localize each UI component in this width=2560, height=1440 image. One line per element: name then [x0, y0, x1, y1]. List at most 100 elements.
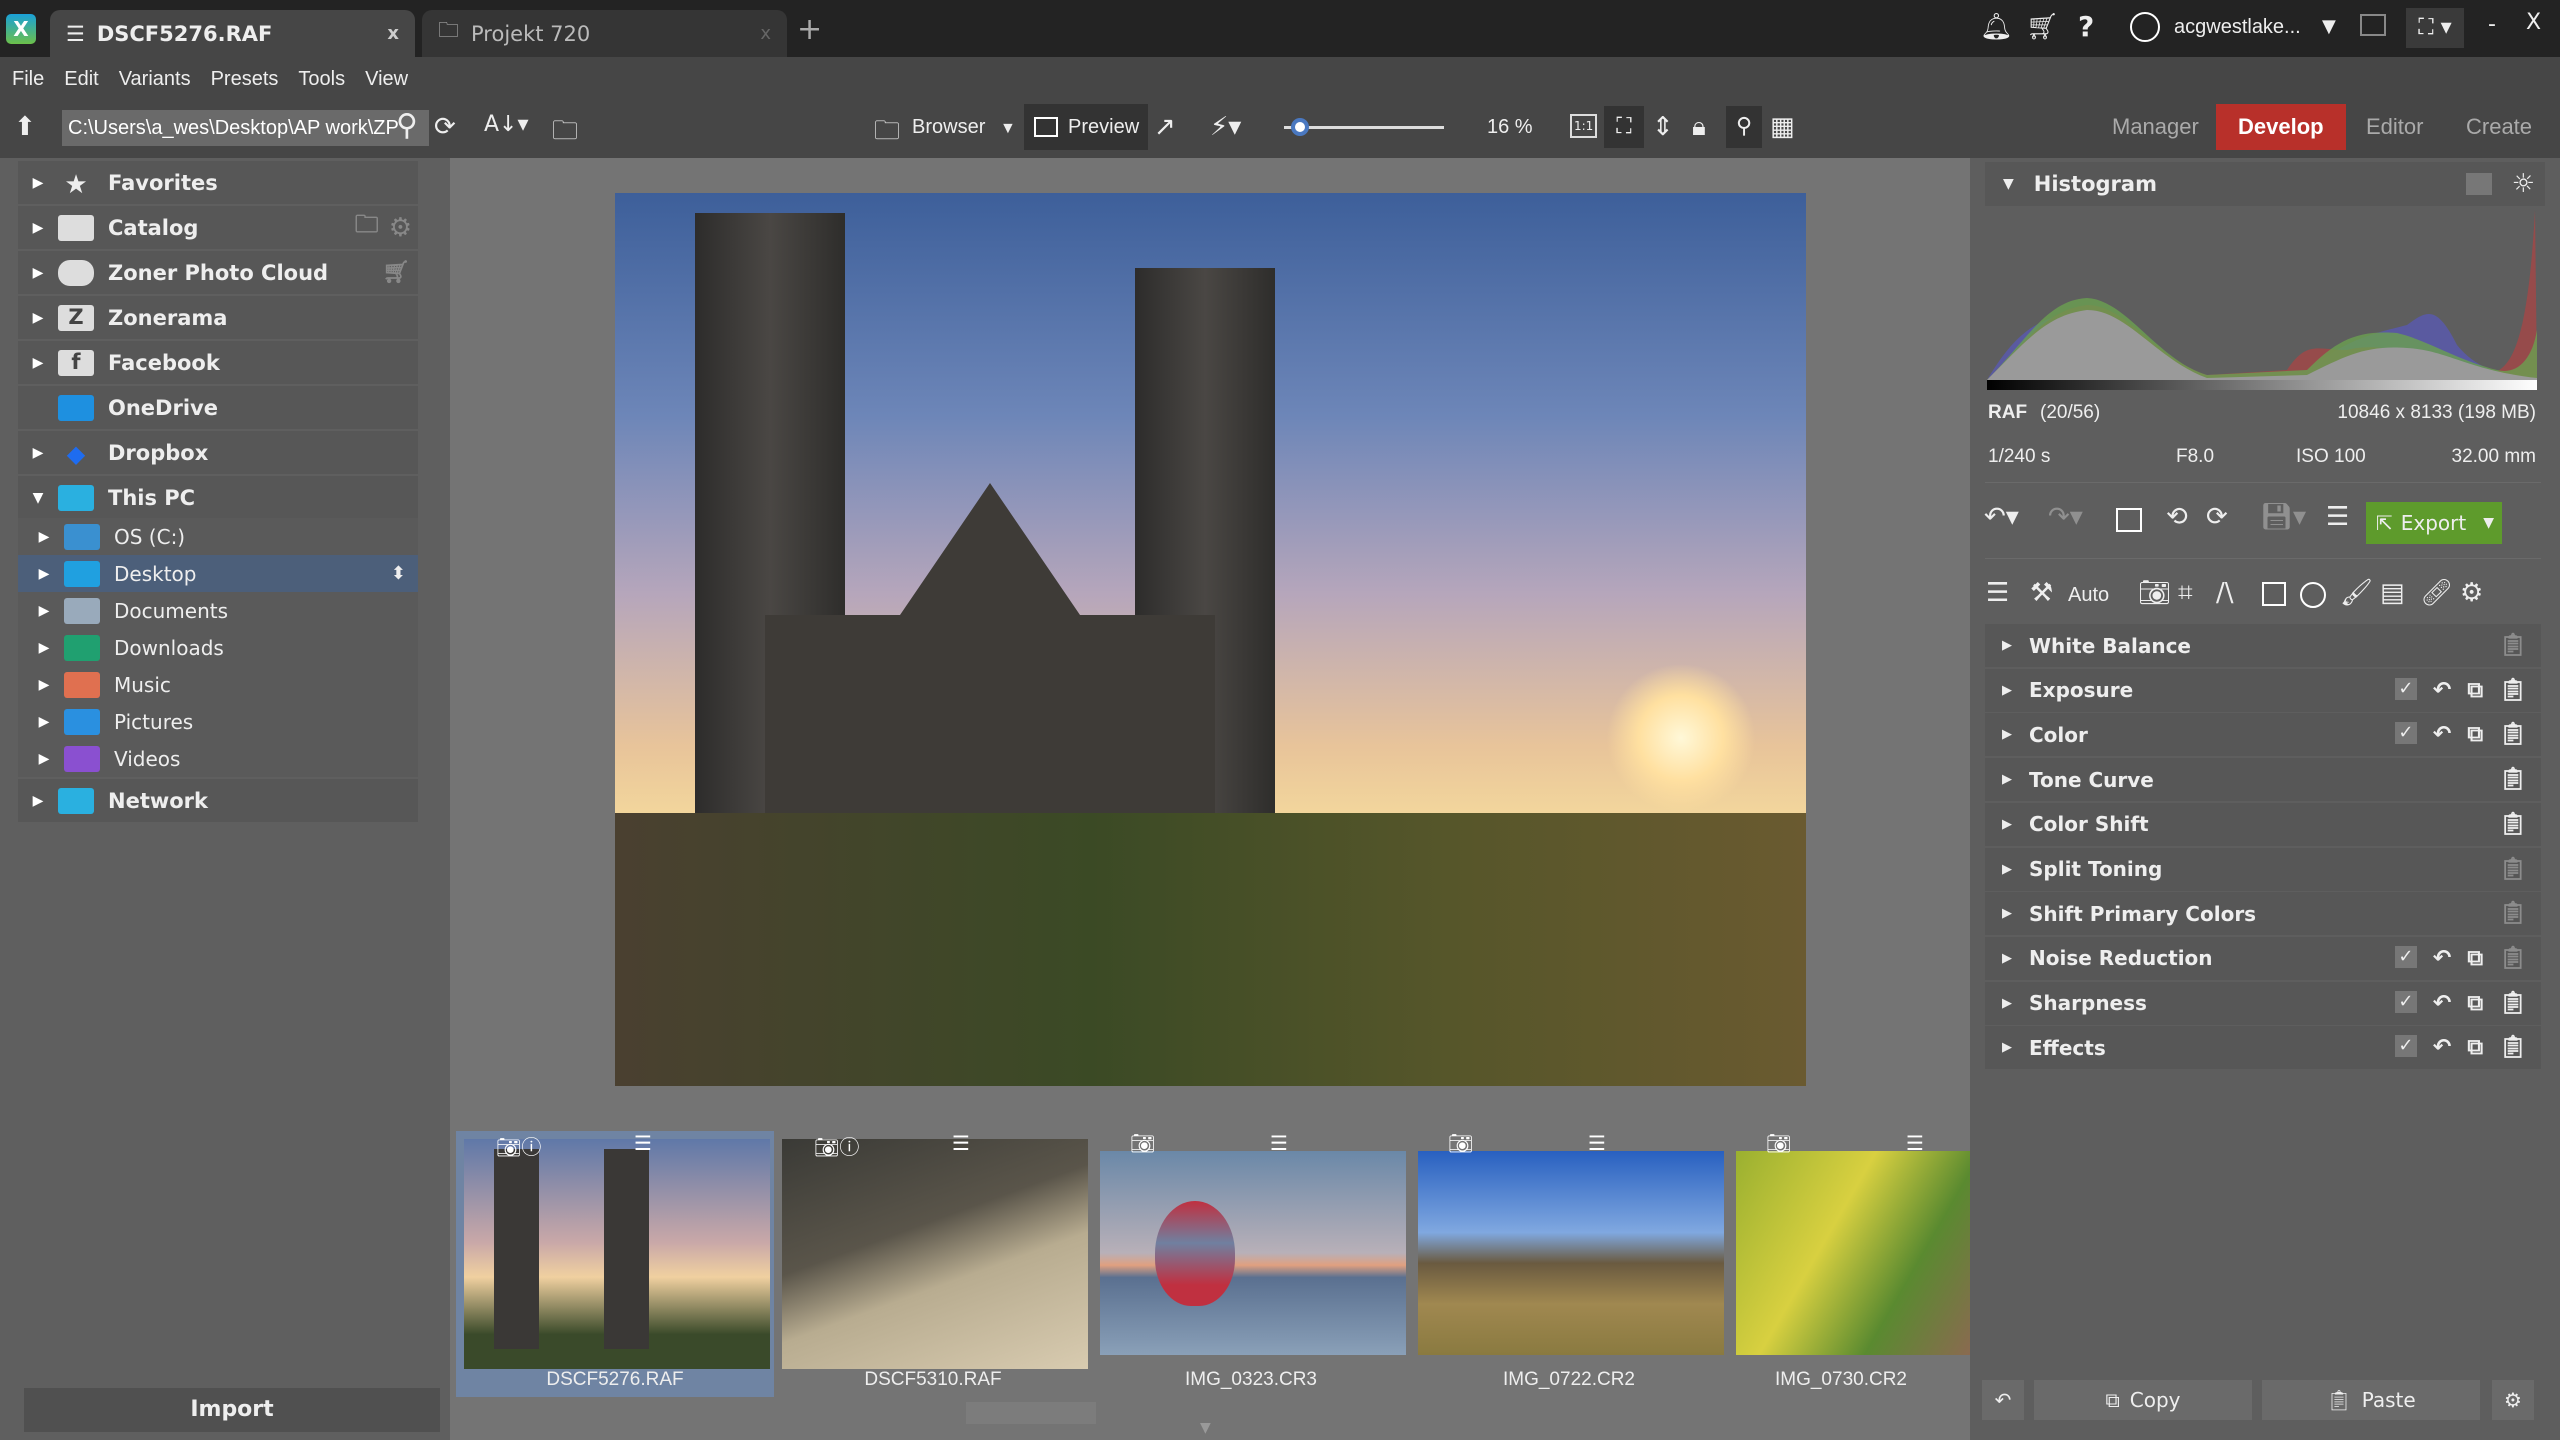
export-dropdown-icon[interactable]: ▼: [2483, 515, 2494, 531]
expand-icon[interactable]: ▶: [18, 265, 58, 281]
save-icon[interactable]: 💾︎▾: [2260, 502, 2306, 532]
sidebar-item-music[interactable]: ▶ Music: [18, 666, 418, 703]
section-color-shift[interactable]: ▶ Color Shift 📋︎: [1985, 802, 2541, 847]
reset-icon[interactable]: ↶: [2433, 946, 2451, 971]
gear-icon[interactable]: ⚙: [389, 213, 412, 243]
perspective-icon[interactable]: /\: [2216, 578, 2234, 608]
reset-icon[interactable]: ↶: [2433, 722, 2451, 747]
path-input[interactable]: [62, 110, 429, 146]
brush-icon[interactable]: 🖌︎: [2340, 578, 2373, 608]
sidebar-item-zoner-photo-cloud[interactable]: ▶ Zoner Photo Cloud 🛒︎: [18, 251, 418, 295]
folder-up-icon[interactable]: ⬆: [14, 112, 36, 142]
section-effects[interactable]: ▶ Effects ✓ ↶ ⧉ 📋︎: [1985, 1026, 2541, 1071]
rotate-right-icon[interactable]: ⟳: [2206, 502, 2228, 532]
rotate-left-icon[interactable]: ⟲: [2166, 502, 2188, 532]
expand-icon[interactable]: ▶: [18, 310, 58, 326]
enable-checkbox[interactable]: ✓: [2394, 945, 2417, 968]
menu-presets[interactable]: Presets: [211, 68, 279, 91]
clipping-toggle-icon[interactable]: [2465, 173, 2492, 195]
copy-settings-button[interactable]: ⧉ Copy: [2034, 1380, 2252, 1420]
thumbnail-img0730[interactable]: [1736, 1151, 1970, 1355]
expand-icon[interactable]: ▶: [1985, 996, 2029, 1011]
expand-icon[interactable]: ▶: [18, 793, 58, 809]
user-dropdown-icon[interactable]: ▼: [2322, 16, 2336, 37]
help-icon[interactable]: ?: [2078, 10, 2094, 43]
reset-all-button[interactable]: ↶: [1982, 1380, 2024, 1420]
sliders-icon[interactable]: ☰: [1986, 578, 2009, 608]
expand-icon[interactable]: ▶: [1985, 906, 2029, 921]
module-create[interactable]: Create: [2444, 104, 2554, 150]
gear-icon[interactable]: ⚙: [2460, 578, 2483, 608]
tab-dscf5276[interactable]: ☰ DSCF5276.RAF x: [50, 10, 415, 57]
sidebar-item-downloads[interactable]: ▶ Downloads: [18, 629, 418, 666]
copy-icon[interactable]: ⧉: [2467, 1035, 2483, 1060]
sidebar-item-this-pc[interactable]: ▼ This PC: [18, 476, 418, 520]
enable-checkbox[interactable]: ✓: [2394, 1035, 2417, 1058]
browser-dropdown-icon[interactable]: ▼: [1000, 120, 1016, 138]
expand-icon[interactable]: ▶: [24, 566, 64, 582]
paste-icon[interactable]: 📋︎: [2499, 946, 2527, 971]
module-editor[interactable]: Editor: [2344, 104, 2445, 150]
presets-add-icon[interactable]: ☰: [2326, 502, 2349, 532]
section-split-toning[interactable]: ▶ Split Toning 📋︎: [1985, 847, 2541, 892]
paste-icon[interactable]: 📋︎: [2499, 1035, 2527, 1060]
reset-icon[interactable]: ↶: [2433, 991, 2451, 1016]
section-noise-reduction[interactable]: ▶ Noise Reduction ✓ ↶ ⧉ 📋︎: [1985, 936, 2541, 981]
expand-icon[interactable]: ▶: [24, 751, 64, 767]
transform-icon[interactable]: [2262, 582, 2286, 606]
expand-icon[interactable]: ▶: [1985, 638, 2029, 653]
paste-settings-button[interactable]: 📋︎ Paste: [2262, 1380, 2480, 1420]
sort-icon[interactable]: A↓▾: [484, 112, 529, 137]
expand-icon[interactable]: ▶: [18, 175, 58, 191]
zoom-slider[interactable]: [1284, 118, 1444, 136]
section-white-balance[interactable]: ▶ White Balance 📋︎: [1985, 624, 2541, 668]
sidebar-item-videos[interactable]: ▶ Videos: [18, 740, 418, 777]
paste-icon[interactable]: 📋︎: [2499, 767, 2527, 792]
section-exposure[interactable]: ▶ Exposure ✓ ↶ ⧉ 📋︎: [1985, 668, 2541, 713]
expand-icon[interactable]: ▶: [18, 220, 58, 236]
sidebar-item-facebook[interactable]: ▶ f Facebook: [18, 341, 418, 385]
paste-icon[interactable]: 📋︎: [2499, 901, 2527, 926]
paste-icon[interactable]: 📋︎: [2499, 722, 2527, 747]
main-photo-preview[interactable]: [615, 193, 1806, 1086]
close-tab-icon[interactable]: x: [760, 23, 771, 44]
thumbnail-dscf5310[interactable]: [782, 1139, 1088, 1369]
redo-icon[interactable]: ↷▾: [2048, 502, 2083, 532]
cart-icon[interactable]: 🛒︎: [2026, 12, 2059, 42]
quick-fix-icon[interactable]: ⚡▾: [1210, 112, 1241, 142]
new-tab-button[interactable]: +: [797, 12, 822, 47]
sidebar-item-catalog[interactable]: ▶ Catalog 🗀 ⚙: [18, 206, 418, 250]
sidebar-item-desktop[interactable]: ▶ Desktop ⬍: [18, 555, 418, 592]
module-develop[interactable]: Develop: [2216, 104, 2346, 150]
reset-icon[interactable]: ↶: [2433, 678, 2451, 703]
sidebar-item-onedrive[interactable]: OneDrive: [18, 386, 418, 430]
crop-icon[interactable]: ⌗: [2178, 578, 2193, 609]
cart-icon[interactable]: 🛒︎: [382, 260, 410, 285]
expand-icon[interactable]: ▶: [24, 529, 64, 545]
expand-icon[interactable]: ▶: [1985, 772, 2029, 787]
histogram-header[interactable]: ▼ Histogram ☼: [1985, 162, 2545, 206]
fullscreen-button[interactable]: ⛶ ▾: [2406, 8, 2464, 48]
tab-projekt-720[interactable]: 🗀 Projekt 720 x: [422, 10, 787, 57]
magic-wand-icon[interactable]: ⚒: [2030, 578, 2053, 608]
preview-button[interactable]: Preview: [1024, 104, 1148, 150]
lock-icon[interactable]: 🔒︎: [1692, 112, 1706, 143]
user-name[interactable]: acgwestlake...: [2174, 16, 2301, 39]
collapse-icon[interactable]: ▼: [18, 490, 58, 506]
filmstrip-scrollbar[interactable]: [966, 1402, 1096, 1424]
collapse-icon[interactable]: ▼: [2003, 176, 2014, 192]
module-manager[interactable]: Manager: [2090, 104, 2221, 150]
second-monitor-icon[interactable]: [2360, 14, 2386, 36]
collapse-filmstrip-icon[interactable]: ▼: [1200, 1420, 1211, 1436]
open-external-icon[interactable]: ↗: [1154, 112, 1176, 142]
browser-folder-icon[interactable]: 🗀: [874, 112, 900, 156]
reorder-icon[interactable]: ⬍: [391, 563, 406, 584]
menu-tools[interactable]: Tools: [298, 68, 345, 91]
menu-edit[interactable]: Edit: [64, 68, 98, 91]
sidebar-item-favorites[interactable]: ▶ ★ Favorites: [18, 161, 418, 205]
paste-icon[interactable]: 📋︎: [2499, 633, 2527, 658]
menu-file[interactable]: File: [12, 68, 44, 91]
paste-icon[interactable]: 📋︎: [2499, 991, 2527, 1016]
expand-icon[interactable]: ▶: [1985, 683, 2029, 698]
expand-icon[interactable]: ▶: [1985, 862, 2029, 877]
